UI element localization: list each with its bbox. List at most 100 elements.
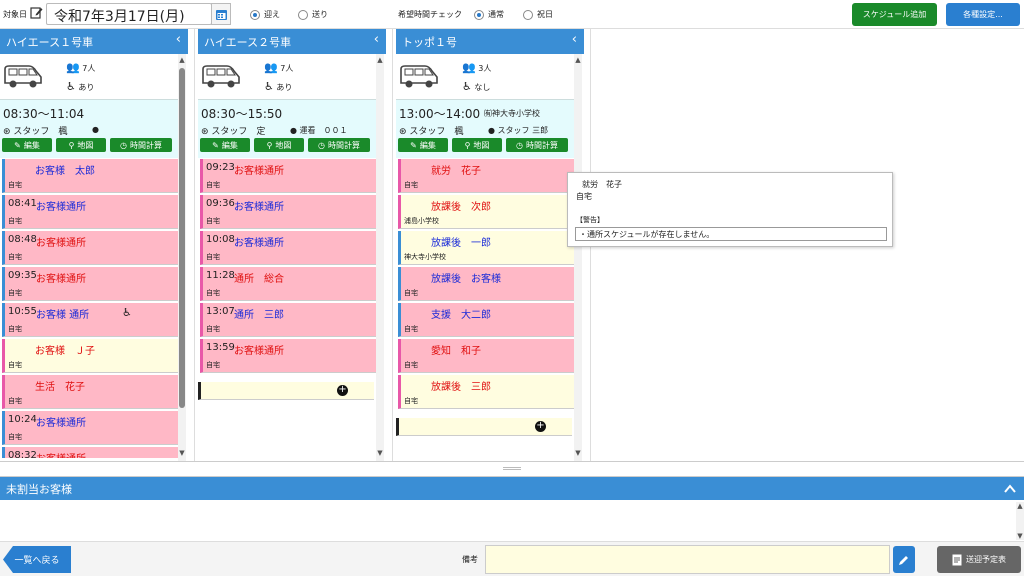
tooltip-warning-title: 【警告】: [576, 216, 604, 224]
passenger-name: 通所 総合: [234, 274, 284, 285]
map-button[interactable]: ⚲ 地図: [452, 138, 502, 152]
pickup-time: 08:48: [8, 234, 37, 245]
scroll-up-icon[interactable]: ▲: [178, 56, 186, 64]
vehicle-header[interactable]: ハイエース２号車 ‹: [198, 29, 386, 54]
memo-edit-button[interactable]: [893, 546, 915, 573]
scroll-down-icon[interactable]: ▼: [574, 449, 582, 457]
passenger-card[interactable]: 10:24 お客様通所 自宅: [2, 411, 178, 445]
map-pin-icon: ⚲: [464, 140, 471, 150]
unassigned-scrollbar[interactable]: ▲ ▼: [1016, 502, 1024, 540]
pickup-radio[interactable]: [250, 10, 260, 20]
collapse-chevron-icon[interactable]: ‹: [176, 32, 181, 47]
passenger-card[interactable]: 支援 大二郎自宅: [398, 303, 574, 337]
holiday-label: 祝日: [537, 10, 553, 19]
vehicle-column: トッポ１号 ‹ 👥 3人 ♿ なし 13:00〜14:00 ㈲神大寺小学校 ⊛ スタッフ 楓…: [396, 29, 591, 461]
vehicle-info: 👥 7人 ♿ あり: [198, 54, 376, 99]
edit-button[interactable]: ✎ 編集: [200, 138, 250, 152]
add-passenger-row[interactable]: +: [198, 382, 374, 400]
dropoff-radio[interactable]: [298, 10, 308, 20]
time-calc-button[interactable]: ◷ 時間計算: [110, 138, 172, 152]
pencil-icon: ✎: [410, 140, 417, 150]
map-button[interactable]: ⚲ 地図: [56, 138, 106, 152]
passenger-card[interactable]: 10:08 お客様通所 自宅: [200, 231, 376, 265]
passenger-card[interactable]: 就労 花子 自宅: [398, 159, 574, 193]
pickup-place: 自宅: [404, 325, 418, 333]
pickup-place: 神大寺小学校: [404, 253, 446, 261]
vehicle-header[interactable]: ハイエース１号車 ‹: [0, 29, 188, 54]
passenger-card[interactable]: 09:35 お客様通所 自宅: [2, 267, 178, 301]
wheelchair-value: あり: [78, 83, 95, 92]
wheelchair-value: あり: [276, 83, 293, 92]
capacity: 👥 3人: [462, 61, 491, 74]
passenger-card[interactable]: お客様 太郎 自宅: [2, 159, 178, 193]
calendar-button[interactable]: [211, 3, 231, 25]
vehicle-header[interactable]: トッポ１号 ‹: [396, 29, 584, 54]
passenger-name: 生活 花子: [35, 382, 85, 393]
time-calc-button[interactable]: ◷ 時間計算: [506, 138, 568, 152]
passenger-card[interactable]: 09:36 お客様通所 自宅: [200, 195, 376, 229]
back-to-list-button[interactable]: 一覧へ戻る: [3, 546, 71, 573]
passenger-name: 支援 大二郎: [431, 310, 491, 321]
passenger-card[interactable]: 放課後 一郎 神大寺小学校: [398, 231, 574, 265]
edit-icon[interactable]: [30, 6, 43, 19]
passenger-name: お客様通所: [234, 166, 284, 177]
edit-button[interactable]: ✎ 編集: [398, 138, 448, 152]
pickup-time: 08:32: [8, 450, 37, 458]
unassigned-header[interactable]: 未割当お客様: [0, 477, 1024, 500]
map-button[interactable]: ⚲ 地図: [254, 138, 304, 152]
passenger-card[interactable]: 08:48 お客様通所 自宅: [2, 231, 178, 265]
date-input[interactable]: 令和7年3月17日(月): [46, 3, 212, 25]
wheelchair-info: ♿ なし: [462, 80, 490, 93]
passenger-card[interactable]: 08:41 お客様通所 自宅: [2, 195, 178, 229]
column-scrollbar[interactable]: ▲ ▼: [574, 54, 582, 461]
add-icon[interactable]: +: [535, 421, 546, 432]
passenger-card[interactable]: 放課後 次郎 浦島小学校: [398, 195, 574, 229]
scroll-down-icon[interactable]: ▼: [1016, 532, 1024, 540]
pencil-icon: ✎: [14, 140, 21, 150]
holiday-radio[interactable]: [523, 10, 533, 20]
pencil-icon: ✎: [212, 140, 219, 150]
add-icon[interactable]: +: [337, 385, 348, 396]
steering-wheel-icon: ⊛: [399, 127, 407, 137]
add-schedule-button[interactable]: スケジュール追加: [852, 3, 937, 26]
scroll-up-icon[interactable]: ▲: [376, 56, 384, 64]
add-passenger-row[interactable]: +: [396, 418, 572, 436]
column-scrollbar[interactable]: ▲ ▼: [376, 54, 384, 461]
scroll-up-icon[interactable]: ▲: [1016, 502, 1024, 510]
person-icon: ●: [290, 126, 297, 135]
trip-info: 08:30〜11:04 ⊛ スタッフ 楓 ● ✎ 編集 ⚲ 地図 ◷ 時間計算: [0, 99, 178, 158]
passenger-card[interactable]: 13:59 お客様通所 自宅: [200, 339, 376, 373]
scroll-thumb[interactable]: [179, 68, 185, 408]
passenger-card[interactable]: 放課後 三郎 自宅: [398, 375, 574, 409]
scroll-down-icon[interactable]: ▼: [178, 449, 186, 457]
panel-splitter[interactable]: [0, 461, 1024, 477]
time-calc-button[interactable]: ◷ 時間計算: [308, 138, 370, 152]
scroll-up-icon[interactable]: ▲: [574, 56, 582, 64]
pickup-place: 自宅: [8, 433, 22, 441]
scroll-down-icon[interactable]: ▼: [376, 449, 384, 457]
passenger-card[interactable]: 13:07 通所 三郎 自宅: [200, 303, 376, 337]
chevron-up-icon[interactable]: [1004, 484, 1016, 493]
passenger-card[interactable]: お客様 Ｊ子 自宅: [2, 339, 178, 373]
passenger-card[interactable]: 11:28 通所 総合 自宅: [200, 267, 376, 301]
passenger-card[interactable]: 08:32お客様通所: [2, 447, 178, 458]
passenger-card[interactable]: 09:23 お客様通所 自宅: [200, 159, 376, 193]
collapse-chevron-icon[interactable]: ‹: [374, 32, 379, 47]
column-scrollbar[interactable]: ▲ ▼: [178, 54, 186, 461]
settings-button[interactable]: 各種設定...: [946, 3, 1020, 26]
pickup-place: 自宅: [206, 325, 220, 333]
memo-input[interactable]: [485, 545, 890, 574]
passenger-card[interactable]: 10:55 お客様 通所 自宅 ♿: [2, 303, 178, 337]
passenger-card[interactable]: 愛知 和子 自宅: [398, 339, 574, 373]
normal-radio[interactable]: [474, 10, 484, 20]
edit-button[interactable]: ✎ 編集: [2, 138, 52, 152]
pickup-place: 自宅: [8, 325, 22, 333]
passenger-card[interactable]: 生活 花子 自宅: [2, 375, 178, 409]
passenger-name: お客様通所: [36, 450, 86, 458]
pickup-time: 08:41: [8, 198, 37, 209]
pencil-icon: [899, 555, 908, 565]
collapse-chevron-icon[interactable]: ‹: [572, 32, 577, 47]
print-schedule-button[interactable]: 送迎予定表: [937, 546, 1021, 573]
passenger-card[interactable]: 放課後 お客様 自宅: [398, 267, 574, 301]
trip-time: 13:00〜14:00: [399, 107, 481, 121]
